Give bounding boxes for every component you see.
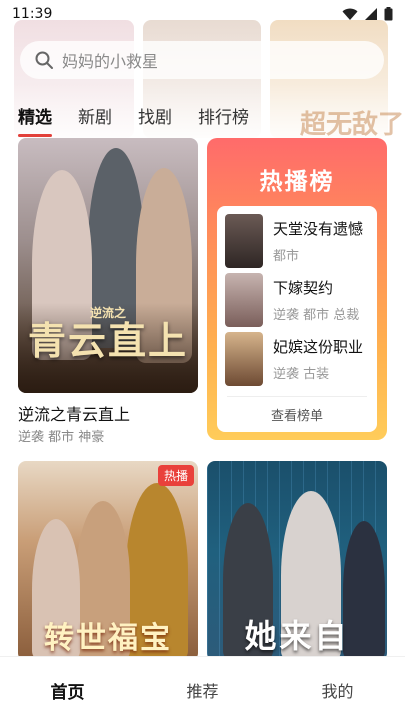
ranking-item-tags: 逆袭 都市 总裁: [273, 308, 360, 323]
ranking-list: 天堂没有遗憾 都市 下嫁契约 逆袭 都市 总裁 妃嫔这份职业 逆袭 古装 查看榜…: [217, 206, 377, 432]
ranking-thumb: [225, 214, 263, 268]
featured-tags: 逆袭 都市 神豪: [18, 430, 105, 445]
ranking-title: 热播榜: [259, 169, 335, 195]
search-bar[interactable]: 妈妈的小救星: [20, 41, 384, 79]
wifi-icon: [342, 8, 358, 20]
battery-icon: [384, 7, 393, 21]
category-tabs: 精选 新剧 找剧 排行榜: [18, 103, 249, 137]
tab-find[interactable]: 找剧: [138, 103, 172, 128]
ranking-thumb: [225, 273, 263, 327]
ranking-item-name: 下嫁契约: [273, 279, 334, 297]
hot-badge: 热播: [157, 465, 194, 486]
search-placeholder: 妈妈的小救星: [62, 52, 159, 71]
featured-title[interactable]: 逆流之青云直上: [18, 401, 130, 425]
featured-poster[interactable]: 逆流之 青云直上: [18, 138, 198, 393]
nav-mine[interactable]: 我的: [270, 657, 405, 720]
poster-art: 转世福宝: [44, 621, 172, 656]
status-icons: [342, 7, 393, 21]
ranking-item[interactable]: 妃嫔这份职业 逆袭 古装: [225, 332, 373, 386]
status-time: 11:39: [12, 6, 53, 22]
poster-art: 她来自: [244, 617, 350, 655]
ranking-item-name: 天堂没有遗憾: [273, 220, 364, 238]
search-icon: [35, 51, 53, 69]
ranking-item-tags: 逆袭 古装: [273, 367, 330, 382]
banner-tile-art: 超无敌了: [300, 110, 405, 140]
nav-recommend[interactable]: 推荐: [135, 657, 270, 720]
tab-ranking[interactable]: 排行榜: [198, 103, 249, 128]
ranking-item[interactable]: 下嫁契约 逆袭 都市 总裁: [225, 273, 373, 327]
poster-art: 青云直上: [27, 318, 188, 363]
view-ranking-button[interactable]: 查看榜单: [227, 396, 367, 424]
tab-featured[interactable]: 精选: [18, 103, 52, 137]
grid-poster[interactable]: 热播 转世福宝: [18, 461, 198, 661]
ranking-item-name: 妃嫔这份职业: [273, 338, 364, 356]
ranking-item[interactable]: 天堂没有遗憾 都市: [225, 214, 373, 268]
status-bar: 11:39: [0, 0, 405, 28]
grid-poster[interactable]: 她来自: [207, 461, 387, 661]
tab-new[interactable]: 新剧: [78, 103, 112, 128]
ranking-panel[interactable]: 热播榜 天堂没有遗憾 都市 下嫁契约 逆袭 都市 总裁 妃嫔这份职业 逆袭 古装…: [207, 138, 387, 440]
bottom-nav: 首页 推荐 我的: [0, 656, 405, 720]
ranking-thumb: [225, 332, 263, 386]
signal-icon: [365, 7, 377, 20]
ranking-item-tags: 都市: [273, 249, 300, 264]
nav-home[interactable]: 首页: [0, 657, 135, 720]
